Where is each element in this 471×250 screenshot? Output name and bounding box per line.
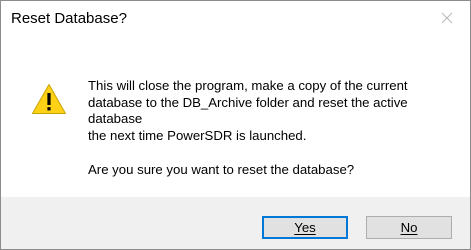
message-line: database [88, 111, 143, 126]
button-bar: Yes No [1, 197, 470, 249]
message-line: This will close the program, make a copy… [88, 78, 408, 93]
no-button-label: No [400, 220, 418, 235]
close-icon [441, 12, 453, 24]
dialog-content: This will close the program, make a copy… [1, 35, 470, 197]
dialog-message: This will close the program, make a copy… [88, 78, 458, 144]
warning-triangle-icon [32, 84, 66, 114]
close-button[interactable] [424, 1, 470, 35]
dialog-title: Reset Database? [11, 10, 127, 27]
message-line: the next time PowerSDR is launched. [88, 127, 307, 143]
yes-button[interactable]: Yes [262, 216, 348, 239]
no-button[interactable]: No [366, 216, 452, 239]
message-line: database to the DB_Archive folder and re… [88, 94, 408, 110]
title-bar[interactable]: Reset Database? [1, 1, 470, 35]
reset-database-dialog: Reset Database? This will close the prog… [0, 0, 471, 250]
yes-button-label: Yes [294, 220, 316, 235]
confirmation-question: Are you sure you want to reset the datab… [88, 162, 355, 177]
